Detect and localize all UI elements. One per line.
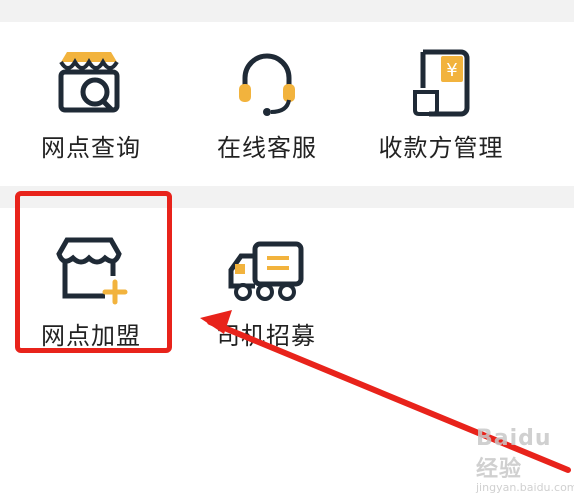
truck-icon [228, 241, 304, 301]
service-driver-recruit[interactable]: 司机招募 [186, 236, 346, 351]
service-label: 网点查询 [41, 134, 141, 162]
store-search-icon [58, 52, 120, 113]
service-label: 在线客服 [217, 134, 317, 162]
payee-document-icon: ¥ [413, 49, 470, 117]
top-separator [0, 0, 574, 22]
service-store-query[interactable]: 网点查询 [11, 48, 171, 163]
service-label: 收款方管理 [378, 134, 504, 162]
section-separator [0, 186, 574, 208]
store-plus-icon [56, 237, 128, 305]
headset-icon [239, 53, 295, 116]
svg-text:¥: ¥ [446, 60, 457, 81]
watermark-url: jingyan.baidu.com [476, 481, 574, 494]
watermark: Baidu经验 jingyan.baidu.com [476, 426, 574, 494]
watermark-brand: Baidu经验 [476, 426, 552, 482]
service-payee-management[interactable]: ¥ 收款方管理 [361, 48, 521, 163]
service-label: 司机招募 [216, 322, 316, 350]
service-online-support[interactable]: 在线客服 [187, 48, 347, 163]
service-store-franchise[interactable]: 网点加盟 [11, 236, 171, 351]
service-label: 网点加盟 [41, 322, 141, 350]
